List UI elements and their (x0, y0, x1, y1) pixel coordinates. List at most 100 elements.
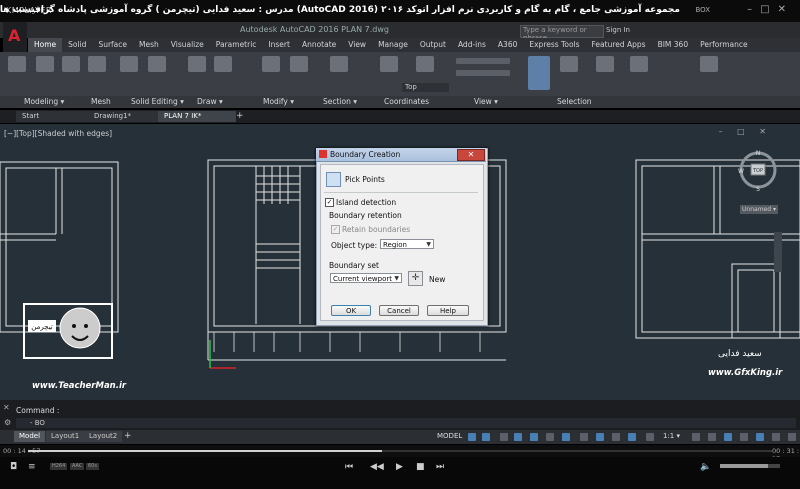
dynamic-ucs-icon[interactable] (596, 433, 604, 441)
volume-icon[interactable]: 🔈 (700, 462, 711, 472)
navigation-bar[interactable] (774, 232, 782, 272)
hardware-acceleration-icon[interactable] (756, 433, 764, 441)
panel-modify[interactable]: Modify ▾ (263, 97, 294, 106)
extrude-tool-icon[interactable] (36, 56, 54, 72)
world-ucs-icon[interactable] (416, 56, 434, 72)
layers-icon[interactable] (630, 56, 648, 72)
panel-mesh[interactable]: Mesh (91, 97, 111, 106)
ucs-view-combo[interactable]: Top (402, 83, 449, 92)
move-tool-icon[interactable] (262, 56, 280, 72)
annotation-monitor-icon[interactable] (708, 433, 716, 441)
layout-tab-layout1[interactable]: Layout1 (46, 431, 85, 442)
customization-icon[interactable] (788, 433, 796, 441)
stop-icon[interactable]: ■ (416, 462, 425, 472)
maximize-icon[interactable]: □ (760, 4, 777, 15)
help-button[interactable]: Help (427, 305, 469, 316)
tab-express-tools[interactable]: Express Tools (523, 38, 585, 52)
solid-history-icon[interactable] (120, 56, 138, 72)
ucs-menu[interactable]: Unnamed ▾ (740, 205, 778, 214)
gizmo-status-icon[interactable] (628, 433, 636, 441)
island-detection-checkbox[interactable]: ✓ (325, 198, 334, 207)
pick-points-button[interactable]: Pick Points (345, 175, 385, 184)
tab-bim-360[interactable]: BIM 360 (652, 38, 695, 52)
panel-modeling[interactable]: Modeling ▾ (24, 97, 64, 106)
grid-icon[interactable] (468, 433, 476, 441)
close-icon[interactable]: ✕ (778, 4, 794, 15)
polar-icon[interactable] (514, 433, 522, 441)
layout-tab-layout2[interactable]: Layout2 (84, 431, 123, 442)
model-space-toggle[interactable]: MODEL (437, 432, 462, 440)
no-filter-icon[interactable] (560, 56, 578, 72)
next-icon[interactable]: ⏭ (436, 462, 444, 472)
rewind-icon[interactable]: ◀◀ (370, 462, 384, 472)
object-type-select[interactable]: Region ▼ (380, 239, 434, 249)
dialog-close-button[interactable]: ✕ (457, 149, 485, 161)
search-input[interactable]: Type a keyword or phrase (520, 25, 604, 42)
annotation-visibility-icon[interactable] (646, 433, 654, 441)
file-tab-drawing1[interactable]: Drawing1* (88, 111, 158, 122)
tab-performance[interactable]: Performance (694, 38, 754, 52)
mesh-tool-icon[interactable] (88, 56, 106, 72)
panel-view[interactable]: View ▾ (474, 97, 498, 106)
tab-surface[interactable]: Surface (92, 38, 133, 52)
object-snap-icon[interactable] (562, 433, 570, 441)
ucs-icon[interactable] (380, 56, 398, 72)
tab-a360[interactable]: A360 (492, 38, 523, 52)
new-tab-icon[interactable]: + (236, 111, 244, 121)
snap-icon[interactable] (482, 433, 490, 441)
close-icon[interactable]: ✕ (3, 403, 10, 412)
visual-style-combo[interactable] (456, 58, 510, 64)
isolate-objects-icon[interactable] (740, 433, 748, 441)
gizmo-icon[interactable] (596, 56, 614, 72)
selection-filter-icon[interactable] (612, 433, 620, 441)
ortho-icon[interactable] (500, 433, 508, 441)
panel-draw[interactable]: Draw ▾ (197, 97, 223, 106)
boundary-set-select[interactable]: Current viewport ▼ (330, 273, 402, 283)
object-snap-tracking-icon[interactable] (546, 433, 554, 441)
player-window-controls[interactable]: –□✕ (747, 4, 794, 15)
panel-section[interactable]: Section ▾ (323, 97, 357, 106)
box-tool-icon[interactable] (8, 56, 26, 72)
previous-icon[interactable]: ⏮ (345, 462, 353, 472)
retain-boundaries-checkbox[interactable]: ✓ (331, 225, 340, 234)
section-plane-icon[interactable] (330, 56, 348, 72)
tab-parametric[interactable]: Parametric (210, 38, 263, 52)
tab-insert[interactable]: Insert (262, 38, 296, 52)
annotation-scale[interactable]: 1:1 ▾ (663, 432, 680, 440)
player-box-label[interactable]: BOX (695, 6, 710, 14)
tab-output[interactable]: Output (414, 38, 452, 52)
tab-visualize[interactable]: Visualize (165, 38, 210, 52)
tab-mesh[interactable]: Mesh (133, 38, 165, 52)
ok-button[interactable]: OK (331, 305, 371, 316)
tab-manage[interactable]: Manage (372, 38, 414, 52)
union-icon[interactable] (148, 56, 166, 72)
viewcube[interactable]: TOP N S W (736, 148, 780, 192)
file-tab-plan7[interactable]: PLAN 7 IK* (158, 111, 236, 122)
tab-home[interactable]: Home (28, 38, 63, 52)
polyline-tool-icon[interactable] (214, 56, 232, 72)
play-icon[interactable]: ▶ (396, 462, 403, 472)
line-tool-icon[interactable] (188, 56, 206, 72)
menu-icon[interactable]: ≡ (28, 462, 36, 472)
isodraft-icon[interactable] (530, 433, 538, 441)
tab-solid[interactable]: Solid (62, 38, 92, 52)
rotate-tool-icon[interactable] (290, 56, 308, 72)
sign-in-button[interactable]: Sign In (606, 26, 630, 34)
wrench-icon[interactable]: ⚙ (4, 418, 11, 427)
smooth-object-icon[interactable] (62, 56, 80, 72)
minimize-icon[interactable]: – (747, 4, 760, 15)
groups-icon[interactable] (700, 56, 718, 72)
tab-annotate[interactable]: Annotate (296, 38, 342, 52)
3d-toggle-icon[interactable]: ◘ (10, 462, 17, 472)
autocad-application-button[interactable]: A (3, 22, 27, 52)
tab-featured-apps[interactable]: Featured Apps (586, 38, 652, 52)
view-combo[interactable] (456, 70, 510, 76)
clean-screen-icon[interactable] (772, 433, 780, 441)
layout-tab-model[interactable]: Model (14, 431, 46, 442)
panel-solid-editing[interactable]: Solid Editing ▾ (131, 97, 184, 106)
tab-view[interactable]: View (342, 38, 372, 52)
workspace-icon[interactable] (692, 433, 700, 441)
pick-points-icon[interactable] (326, 172, 341, 187)
new-layout-icon[interactable]: + (124, 431, 132, 441)
new-boundary-set-button[interactable]: ✛ (408, 271, 423, 286)
